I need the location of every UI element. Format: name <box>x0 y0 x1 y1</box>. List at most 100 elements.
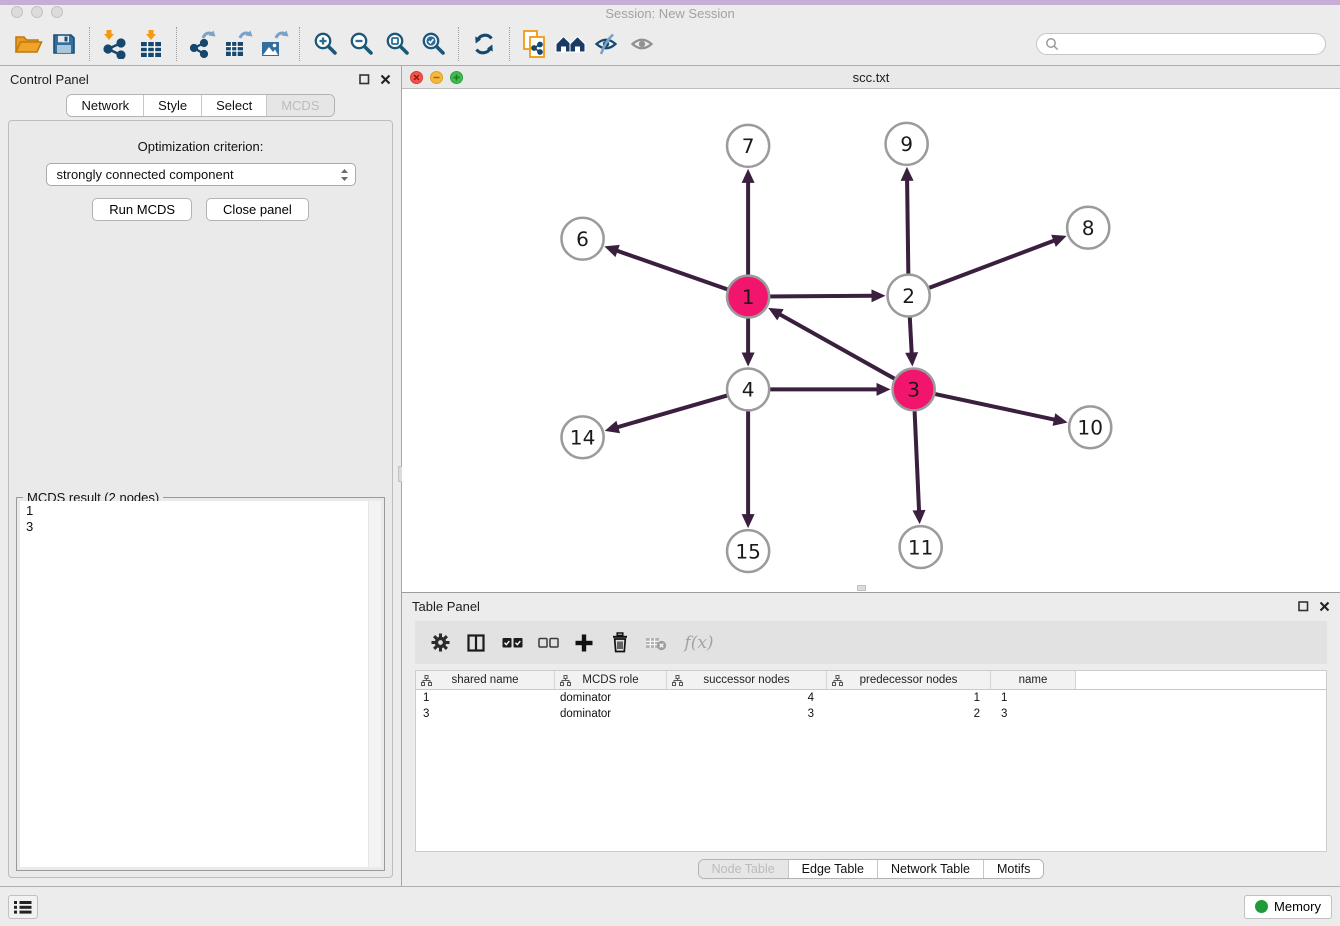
graph-node-label: 6 <box>576 227 589 251</box>
zoom-window-button[interactable] <box>51 6 63 18</box>
save-session-button[interactable] <box>46 26 82 62</box>
table-row[interactable]: 1dominator411 <box>416 690 1326 706</box>
float-panel-button[interactable] <box>359 74 370 85</box>
show-all-button[interactable] <box>553 26 589 62</box>
edge-arrowhead <box>905 352 918 366</box>
import-table-button[interactable] <box>133 26 169 62</box>
chevron-up-down-icon <box>340 168 349 182</box>
zoom-fit-button[interactable] <box>379 26 415 62</box>
memory-button[interactable]: Memory <box>1244 895 1332 919</box>
graph-edge-3-1[interactable] <box>779 314 914 390</box>
float-icon <box>359 74 370 85</box>
tab-motifs[interactable]: Motifs <box>983 860 1043 878</box>
edge-arrowhead <box>605 421 620 433</box>
app-titlebar: Session: New Session <box>0 5 1340 22</box>
graph-node-label: 10 <box>1077 416 1103 440</box>
network-canvas[interactable]: 7968124314101511 <box>402 89 1340 592</box>
close-window-button[interactable] <box>11 6 23 18</box>
unselect-all-columns-button[interactable] <box>533 628 563 658</box>
export-image-button[interactable] <box>256 26 292 62</box>
add-column-button[interactable] <box>569 628 599 658</box>
import-network-button[interactable] <box>97 26 133 62</box>
float-icon <box>1298 601 1309 612</box>
delete-columns-button[interactable] <box>605 628 635 658</box>
close-icon <box>380 74 391 85</box>
graph-node-label: 7 <box>742 134 755 158</box>
zoom-out-button[interactable] <box>343 26 379 62</box>
column-header-successor_nodes[interactable]: successor nodes <box>667 671 827 689</box>
show-column-button[interactable] <box>461 628 491 658</box>
column-header-label: MCDS role <box>582 674 638 686</box>
zoom-in-button[interactable] <box>307 26 343 62</box>
edge-arrowhead <box>742 169 755 183</box>
minimize-view-icon[interactable] <box>430 71 443 84</box>
mcds-tab-content: Optimization criterion: strongly connect… <box>8 120 393 878</box>
column-header-label: name <box>1019 674 1048 686</box>
hide-selected-button[interactable] <box>589 26 625 62</box>
tab-mcds[interactable]: MCDS <box>266 95 333 116</box>
export-table-button[interactable] <box>220 26 256 62</box>
column-header-predecessor_nodes[interactable]: predecessor nodes <box>827 671 991 689</box>
edge-arrowhead <box>871 289 885 302</box>
minimize-window-button[interactable] <box>31 6 43 18</box>
list-icon <box>14 900 32 914</box>
cell-predecessor_nodes: 2 <box>827 708 991 720</box>
node-table[interactable]: shared name MCDS role successor nodesprede… <box>415 670 1327 852</box>
column-header-shared_name[interactable]: shared name <box>416 671 555 689</box>
open-session-button[interactable] <box>10 26 46 62</box>
close-panel-button[interactable] <box>380 74 391 85</box>
column-tree-icon <box>421 675 432 686</box>
mcds-result-list[interactable]: 1 3 <box>20 501 381 867</box>
export-network-button[interactable] <box>184 26 220 62</box>
tab-style[interactable]: Style <box>143 95 201 116</box>
memory-label: Memory <box>1274 899 1321 914</box>
show-hidden-button[interactable] <box>625 26 661 62</box>
table-toolbar: f(x) <box>415 621 1327 664</box>
close-panel-action-button[interactable]: Close panel <box>206 198 309 221</box>
delete-table-button[interactable] <box>641 628 671 658</box>
tab-edge-table[interactable]: Edge Table <box>788 860 877 878</box>
graph-node-label: 14 <box>570 426 596 450</box>
task-history-button[interactable] <box>8 895 38 919</box>
table-row[interactable]: 3dominator323 <box>416 706 1326 722</box>
tab-network[interactable]: Network <box>67 95 143 116</box>
column-header-mcds_role[interactable]: MCDS role <box>555 671 667 689</box>
toolbar-separator <box>176 27 177 61</box>
graph-edge-2-8[interactable] <box>909 240 1056 295</box>
select-all-columns-button[interactable] <box>497 628 527 658</box>
column-header-label: shared name <box>451 674 518 686</box>
criterion-dropdown[interactable]: strongly connected component <box>46 163 356 186</box>
column-header-name[interactable]: name <box>991 671 1076 689</box>
memory-status-icon <box>1255 900 1268 913</box>
toolbar-separator <box>299 27 300 61</box>
tab-node-table[interactable]: Node Table <box>699 860 788 878</box>
new-network-from-selection-button[interactable] <box>517 26 553 62</box>
main-area: Control Panel Network Style Select <box>0 66 1340 886</box>
apply-layout-button[interactable] <box>466 26 502 62</box>
search-input[interactable] <box>1063 37 1317 51</box>
export-network-icon <box>187 29 217 59</box>
apply-function-button[interactable]: f(x) <box>677 628 721 658</box>
table-settings-button[interactable] <box>425 628 455 658</box>
zoom-selected-button[interactable] <box>415 26 451 62</box>
criterion-dropdown-value: strongly connected component <box>57 167 340 182</box>
zoom-out-icon <box>348 30 375 57</box>
cell-name: 1 <box>991 692 1076 704</box>
search-box[interactable] <box>1036 33 1326 55</box>
tab-network-table[interactable]: Network Table <box>877 860 983 878</box>
horizontal-splitter-grip[interactable] <box>857 585 866 591</box>
float-table-panel-button[interactable] <box>1298 601 1309 612</box>
save-floppy-icon <box>51 31 77 57</box>
tab-select[interactable]: Select <box>201 95 266 116</box>
table-tabs: Node Table Edge Table Network Table Moti… <box>402 852 1340 886</box>
run-mcds-button[interactable]: Run MCDS <box>92 198 192 221</box>
network-graph[interactable]: 7968124314101511 <box>402 89 1340 592</box>
maximize-view-icon[interactable] <box>450 71 463 84</box>
control-panel: Control Panel Network Style Select <box>0 66 402 886</box>
close-view-icon[interactable] <box>410 71 423 84</box>
control-panel-tabs: Network Style Select MCDS <box>0 94 401 117</box>
close-table-panel-button[interactable] <box>1319 601 1330 612</box>
window-controls[interactable] <box>11 6 63 18</box>
result-scrollbar[interactable] <box>368 501 381 867</box>
trash-icon <box>610 632 630 653</box>
